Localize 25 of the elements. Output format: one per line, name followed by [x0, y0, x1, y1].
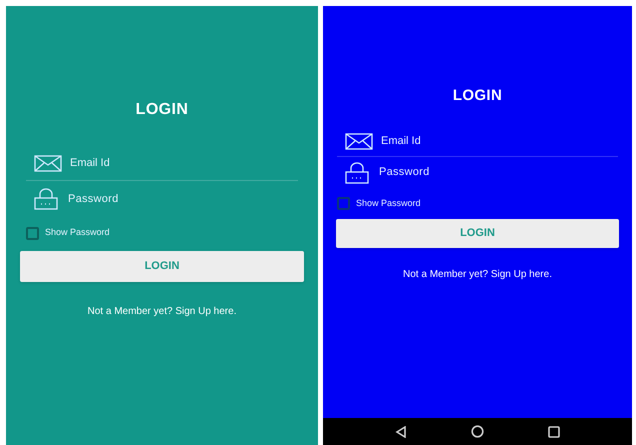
show-password-label: Show Password	[356, 196, 421, 210]
login-button[interactable]: LOGIN	[20, 251, 304, 282]
checkbox[interactable]	[26, 226, 39, 240]
home-icon[interactable]	[471, 425, 484, 438]
envelope-icon	[34, 155, 62, 172]
login-button[interactable]: LOGIN	[336, 218, 619, 248]
email-field[interactable]: Email Id	[337, 126, 618, 156]
password-placeholder: Password	[379, 165, 430, 180]
checkbox[interactable]	[337, 197, 350, 210]
back-icon[interactable]	[395, 426, 407, 438]
signup-link[interactable]: Not a Member yet? Sign Up here.	[403, 266, 552, 282]
lock-icon	[345, 162, 369, 184]
password-field[interactable]: Password	[26, 181, 298, 217]
password-placeholder: Password	[68, 192, 118, 207]
email-field[interactable]: Email Id	[26, 147, 298, 181]
email-placeholder: Email Id	[381, 134, 421, 149]
email-placeholder: Email Id	[70, 156, 110, 172]
signup-link[interactable]: Not a Member yet? Sign Up here.	[88, 304, 236, 319]
envelope-icon	[345, 132, 373, 150]
lock-icon	[34, 188, 58, 210]
login-title: LOGIN	[136, 100, 188, 120]
recents-icon[interactable]	[548, 426, 560, 438]
show-password-label: Show Password	[45, 226, 110, 240]
password-field[interactable]: Password	[337, 156, 618, 188]
login-title: LOGIN	[452, 86, 502, 106]
